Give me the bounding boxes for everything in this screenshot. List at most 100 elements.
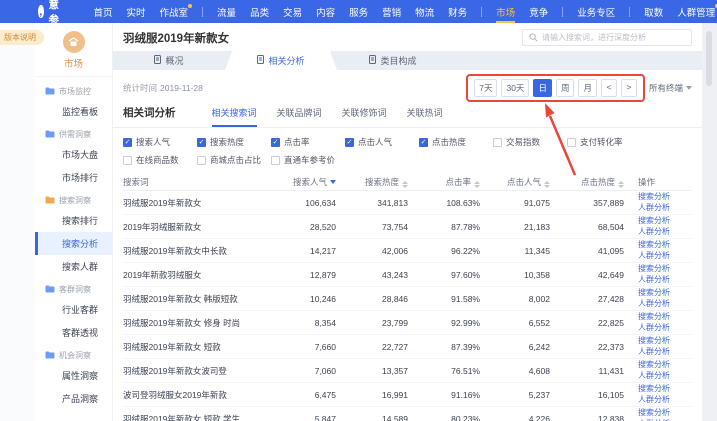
sidebar-item[interactable]: 搜索人群 (35, 255, 112, 278)
nav-item[interactable]: 财务 (448, 0, 467, 23)
action-link[interactable]: 搜索分析 (638, 384, 682, 394)
checkbox-checked[interactable]: ✓ (197, 138, 206, 147)
value-cell: 11,431 (550, 366, 624, 376)
sidebar-item[interactable]: 行业客群 (35, 298, 112, 321)
sidebar-item[interactable]: 市场大盘 (35, 143, 112, 166)
range-button[interactable]: 周 (556, 79, 575, 97)
nav-item[interactable]: 首页 (94, 0, 113, 23)
actions-cell: 搜索分析人群分析 (624, 312, 682, 333)
value-cell: 87.39% (408, 342, 480, 352)
value-cell: 92.99% (408, 318, 480, 328)
action-link[interactable]: 搜索分析 (638, 240, 682, 250)
sidebar-group-label: 客群洞察 (35, 278, 112, 298)
right-gutter (702, 23, 717, 421)
nav-item[interactable]: 营销 (382, 0, 401, 23)
sidebar-item[interactable]: 搜索分析 (35, 232, 112, 255)
action-link[interactable]: 人群分析 (638, 371, 682, 381)
nav-item[interactable]: 品类 (250, 0, 269, 23)
action-link[interactable]: 搜索分析 (638, 216, 682, 226)
action-link[interactable]: 搜索分析 (638, 360, 682, 370)
action-link[interactable]: 人群分析 (638, 395, 682, 405)
nav-item[interactable]: 内容 (316, 0, 335, 23)
range-button[interactable]: 月 (578, 79, 597, 97)
value-cell: 80.23% (408, 414, 480, 421)
table-header-cell[interactable]: 点击率 (408, 176, 480, 188)
sidebar-item[interactable]: 产品洞察 (35, 387, 112, 410)
nav-item[interactable]: 市场 (496, 0, 515, 23)
action-link[interactable]: 搜索分析 (638, 288, 682, 298)
nav-item[interactable]: 竞争 (529, 0, 548, 23)
checkbox-unchecked[interactable] (567, 138, 576, 147)
metric-option[interactable]: 在线商品数 (123, 154, 197, 166)
actions-cell: 搜索分析人群分析 (624, 408, 682, 421)
action-link[interactable]: 搜索分析 (638, 192, 682, 202)
table-header-cell[interactable]: 搜索热度 (336, 176, 408, 188)
checkbox-checked[interactable]: ✓ (345, 138, 354, 147)
brand[interactable]: , 生意参谋 (38, 0, 67, 42)
nav-item[interactable]: 物流 (415, 0, 434, 23)
action-link[interactable]: 搜索分析 (638, 336, 682, 346)
sidebar-item[interactable]: 属性洞察 (35, 364, 112, 387)
tab-active[interactable]: 相关分析 (225, 51, 337, 70)
checkbox-unchecked[interactable] (197, 156, 206, 165)
terminal-filter-dropdown[interactable]: 所有终端 (649, 82, 692, 94)
sidebar-item[interactable]: 市场排行 (35, 166, 112, 189)
action-link[interactable]: 搜索分析 (638, 264, 682, 274)
metric-option[interactable]: ✓点击热度 (419, 136, 493, 148)
checkbox-checked[interactable]: ✓ (271, 138, 280, 147)
nav-item[interactable]: 作战室 (160, 0, 189, 23)
scrollbar-thumb[interactable] (706, 31, 712, 86)
tab-item[interactable]: 类目构成 (337, 51, 449, 70)
table-header-cell[interactable]: 搜索人气 (278, 176, 336, 188)
search-box[interactable] (522, 29, 692, 46)
table-header-cell[interactable]: 点击人气 (480, 176, 550, 188)
sidebar-item[interactable]: 客群透视 (35, 321, 112, 344)
action-link[interactable]: 人群分析 (638, 347, 682, 357)
checkbox-unchecked[interactable] (493, 138, 502, 147)
metric-option[interactable]: 直通车参考价 (271, 154, 345, 166)
action-link[interactable]: 搜索分析 (638, 408, 682, 418)
nav-item[interactable]: 取数 (644, 0, 663, 23)
metric-option[interactable]: 交易指数 (493, 136, 567, 148)
action-link[interactable]: 人群分析 (638, 227, 682, 237)
nav-item[interactable]: 人群管理 (677, 0, 715, 23)
nav-item[interactable]: 交易 (283, 0, 302, 23)
metric-option[interactable]: ✓点击率 (271, 136, 345, 148)
checkbox-checked[interactable]: ✓ (419, 138, 428, 147)
action-link[interactable]: 人群分析 (638, 203, 682, 213)
metric-option[interactable]: ✓搜索热度 (197, 136, 271, 148)
metric-option[interactable]: 商城点击占比 (197, 154, 271, 166)
action-link[interactable]: 人群分析 (638, 323, 682, 333)
search-input[interactable] (542, 33, 685, 42)
column-label: 搜索热度 (365, 177, 399, 187)
range-button[interactable]: 7天 (474, 79, 497, 97)
nav-item[interactable]: 实时 (127, 0, 146, 23)
sidebar-item[interactable]: 监控看板 (35, 100, 112, 123)
metric-option[interactable]: 支付转化率 (567, 136, 641, 148)
nav-item[interactable]: 业务专区 (577, 0, 615, 23)
action-link[interactable]: 搜索分析 (638, 312, 682, 322)
nav-item[interactable]: 流量 (217, 0, 236, 23)
sidebar-group-text: 客群洞察 (59, 284, 91, 295)
checkbox-unchecked[interactable] (123, 156, 132, 165)
tab-item[interactable]: 概况 (113, 51, 225, 70)
sidebar-item[interactable]: 搜索排行 (35, 209, 112, 232)
range-button[interactable]: > (621, 79, 637, 97)
range-button[interactable]: 30天 (501, 79, 529, 97)
action-link[interactable]: 人群分析 (638, 251, 682, 261)
keyword-type-tab[interactable]: 关联热词 (407, 106, 443, 127)
action-link[interactable]: 人群分析 (638, 275, 682, 285)
keyword-type-tab[interactable]: 关联修饰词 (342, 106, 387, 127)
action-link[interactable]: 人群分析 (638, 299, 682, 309)
keyword-type-tab[interactable]: 相关搜索词 (212, 106, 257, 127)
nav-item[interactable]: 服务 (349, 0, 368, 23)
metric-option[interactable]: ✓搜索人气 (123, 136, 197, 148)
checkbox-checked[interactable]: ✓ (123, 138, 132, 147)
metric-option[interactable]: ✓点击人气 (345, 136, 419, 148)
keyword-type-tab[interactable]: 关联品牌词 (277, 106, 322, 127)
sidebar-group-text: 供需洞察 (59, 129, 91, 140)
checkbox-unchecked[interactable] (271, 156, 280, 165)
table-header-cell[interactable]: 点击热度 (550, 176, 624, 188)
range-button[interactable]: 日 (533, 79, 552, 97)
range-button[interactable]: < (601, 79, 617, 97)
